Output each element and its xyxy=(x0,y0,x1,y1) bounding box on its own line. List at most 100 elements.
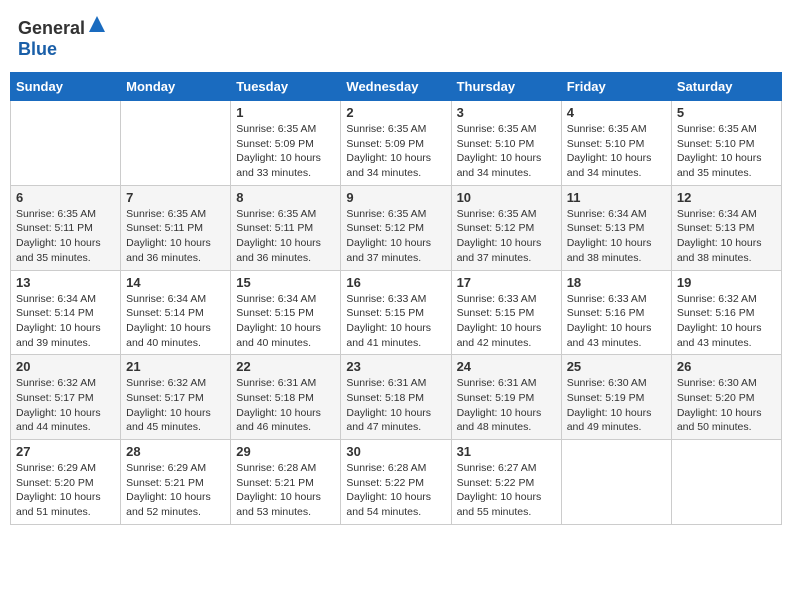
day-number: 11 xyxy=(567,190,666,205)
calendar-cell: 22 Sunrise: 6:31 AM Sunset: 5:18 PM Dayli… xyxy=(231,355,341,440)
day-info: Sunrise: 6:35 AM Sunset: 5:10 PM Dayligh… xyxy=(457,122,556,181)
day-number: 5 xyxy=(677,105,776,120)
calendar-cell: 2 Sunrise: 6:35 AM Sunset: 5:09 PM Daylig… xyxy=(341,101,451,186)
day-number: 21 xyxy=(126,359,225,374)
day-info: Sunrise: 6:28 AM Sunset: 5:21 PM Dayligh… xyxy=(236,461,335,520)
day-number: 3 xyxy=(457,105,556,120)
day-number: 30 xyxy=(346,444,445,459)
calendar-cell: 16 Sunrise: 6:33 AM Sunset: 5:15 PM Dayli… xyxy=(341,270,451,355)
calendar-cell xyxy=(671,440,781,525)
day-number: 29 xyxy=(236,444,335,459)
day-number: 28 xyxy=(126,444,225,459)
day-info: Sunrise: 6:33 AM Sunset: 5:15 PM Dayligh… xyxy=(457,292,556,351)
calendar-cell: 6Sunrise: 6:35 AM Sunset: 5:11 PM Daylig… xyxy=(11,185,121,270)
calendar-cell: 26 Sunrise: 6:30 AM Sunset: 5:20 PM Dayli… xyxy=(671,355,781,440)
calendar-cell xyxy=(121,101,231,186)
day-number: 2 xyxy=(346,105,445,120)
calendar-cell: 4 Sunrise: 6:35 AM Sunset: 5:10 PM Daylig… xyxy=(561,101,671,186)
day-number: 25 xyxy=(567,359,666,374)
day-info: Sunrise: 6:28 AM Sunset: 5:22 PM Dayligh… xyxy=(346,461,445,520)
calendar-table: SundayMondayTuesdayWednesdayThursdayFrid… xyxy=(10,72,782,525)
day-info: Sunrise: 6:32 AM Sunset: 5:17 PM Dayligh… xyxy=(126,376,225,435)
day-info: Sunrise: 6:31 AM Sunset: 5:18 PM Dayligh… xyxy=(346,376,445,435)
calendar-cell: 18 Sunrise: 6:33 AM Sunset: 5:16 PM Dayli… xyxy=(561,270,671,355)
calendar-header-row: SundayMondayTuesdayWednesdayThursdayFrid… xyxy=(11,73,782,101)
day-info: Sunrise: 6:30 AM Sunset: 5:20 PM Dayligh… xyxy=(677,376,776,435)
day-info: Sunrise: 6:29 AM Sunset: 5:20 PM Dayligh… xyxy=(16,461,115,520)
day-info: Sunrise: 6:34 AM Sunset: 5:14 PM Dayligh… xyxy=(126,292,225,351)
day-number: 13 xyxy=(16,275,115,290)
day-number: 4 xyxy=(567,105,666,120)
day-number: 22 xyxy=(236,359,335,374)
day-info: Sunrise: 6:35 AM Sunset: 5:12 PM Dayligh… xyxy=(457,207,556,266)
calendar-cell: 21 Sunrise: 6:32 AM Sunset: 5:17 PM Dayli… xyxy=(121,355,231,440)
calendar-cell: 15Sunrise: 6:34 AM Sunset: 5:15 PM Dayli… xyxy=(231,270,341,355)
day-of-week-header: Friday xyxy=(561,73,671,101)
day-number: 15 xyxy=(236,275,335,290)
day-number: 27 xyxy=(16,444,115,459)
day-number: 7 xyxy=(126,190,225,205)
day-info: Sunrise: 6:35 AM Sunset: 5:09 PM Dayligh… xyxy=(236,122,335,181)
day-info: Sunrise: 6:30 AM Sunset: 5:19 PM Dayligh… xyxy=(567,376,666,435)
day-info: Sunrise: 6:27 AM Sunset: 5:22 PM Dayligh… xyxy=(457,461,556,520)
day-number: 31 xyxy=(457,444,556,459)
day-of-week-header: Monday xyxy=(121,73,231,101)
calendar-cell xyxy=(11,101,121,186)
day-of-week-header: Thursday xyxy=(451,73,561,101)
day-number: 1 xyxy=(236,105,335,120)
calendar-cell: 3 Sunrise: 6:35 AM Sunset: 5:10 PM Daylig… xyxy=(451,101,561,186)
calendar-cell: 17Sunrise: 6:33 AM Sunset: 5:15 PM Dayli… xyxy=(451,270,561,355)
day-number: 14 xyxy=(126,275,225,290)
logo: General Blue xyxy=(18,14,105,60)
day-info: Sunrise: 6:32 AM Sunset: 5:17 PM Dayligh… xyxy=(16,376,115,435)
day-info: Sunrise: 6:32 AM Sunset: 5:16 PM Dayligh… xyxy=(677,292,776,351)
day-of-week-header: Wednesday xyxy=(341,73,451,101)
calendar-week-row: 1 Sunrise: 6:35 AM Sunset: 5:09 PM Daylig… xyxy=(11,101,782,186)
day-info: Sunrise: 6:31 AM Sunset: 5:19 PM Dayligh… xyxy=(457,376,556,435)
calendar-cell: 20Sunrise: 6:32 AM Sunset: 5:17 PM Dayli… xyxy=(11,355,121,440)
calendar-cell: 9 Sunrise: 6:35 AM Sunset: 5:12 PM Daylig… xyxy=(341,185,451,270)
calendar-cell: 11Sunrise: 6:34 AM Sunset: 5:13 PM Dayli… xyxy=(561,185,671,270)
day-number: 19 xyxy=(677,275,776,290)
calendar-week-row: 20Sunrise: 6:32 AM Sunset: 5:17 PM Dayli… xyxy=(11,355,782,440)
day-number: 12 xyxy=(677,190,776,205)
calendar-cell: 23 Sunrise: 6:31 AM Sunset: 5:18 PM Dayli… xyxy=(341,355,451,440)
day-number: 18 xyxy=(567,275,666,290)
calendar-cell: 8Sunrise: 6:35 AM Sunset: 5:11 PM Daylig… xyxy=(231,185,341,270)
day-number: 16 xyxy=(346,275,445,290)
day-info: Sunrise: 6:35 AM Sunset: 5:09 PM Dayligh… xyxy=(346,122,445,181)
calendar-cell: 14 Sunrise: 6:34 AM Sunset: 5:14 PM Dayli… xyxy=(121,270,231,355)
day-info: Sunrise: 6:34 AM Sunset: 5:13 PM Dayligh… xyxy=(677,207,776,266)
day-info: Sunrise: 6:35 AM Sunset: 5:10 PM Dayligh… xyxy=(677,122,776,181)
calendar-cell: 13 Sunrise: 6:34 AM Sunset: 5:14 PM Dayli… xyxy=(11,270,121,355)
calendar-week-row: 13 Sunrise: 6:34 AM Sunset: 5:14 PM Dayli… xyxy=(11,270,782,355)
day-of-week-header: Sunday xyxy=(11,73,121,101)
calendar-cell xyxy=(561,440,671,525)
logo-blue: Blue xyxy=(18,39,57,59)
calendar-week-row: 27 Sunrise: 6:29 AM Sunset: 5:20 PM Dayli… xyxy=(11,440,782,525)
calendar-cell: 29 Sunrise: 6:28 AM Sunset: 5:21 PM Dayli… xyxy=(231,440,341,525)
calendar-cell: 25 Sunrise: 6:30 AM Sunset: 5:19 PM Dayli… xyxy=(561,355,671,440)
day-info: Sunrise: 6:33 AM Sunset: 5:16 PM Dayligh… xyxy=(567,292,666,351)
calendar-cell: 5 Sunrise: 6:35 AM Sunset: 5:10 PM Daylig… xyxy=(671,101,781,186)
logo-icon xyxy=(87,14,107,34)
day-info: Sunrise: 6:31 AM Sunset: 5:18 PM Dayligh… xyxy=(236,376,335,435)
calendar-cell: 27 Sunrise: 6:29 AM Sunset: 5:20 PM Dayli… xyxy=(11,440,121,525)
calendar-cell: 31 Sunrise: 6:27 AM Sunset: 5:22 PM Dayli… xyxy=(451,440,561,525)
day-number: 24 xyxy=(457,359,556,374)
day-info: Sunrise: 6:35 AM Sunset: 5:12 PM Dayligh… xyxy=(346,207,445,266)
day-info: Sunrise: 6:35 AM Sunset: 5:11 PM Dayligh… xyxy=(126,207,225,266)
calendar-cell: 28 Sunrise: 6:29 AM Sunset: 5:21 PM Dayli… xyxy=(121,440,231,525)
day-info: Sunrise: 6:35 AM Sunset: 5:10 PM Dayligh… xyxy=(567,122,666,181)
day-info: Sunrise: 6:33 AM Sunset: 5:15 PM Dayligh… xyxy=(346,292,445,351)
calendar-cell: 30 Sunrise: 6:28 AM Sunset: 5:22 PM Dayli… xyxy=(341,440,451,525)
calendar-cell: 1 Sunrise: 6:35 AM Sunset: 5:09 PM Daylig… xyxy=(231,101,341,186)
day-info: Sunrise: 6:29 AM Sunset: 5:21 PM Dayligh… xyxy=(126,461,225,520)
day-number: 23 xyxy=(346,359,445,374)
day-info: Sunrise: 6:34 AM Sunset: 5:14 PM Dayligh… xyxy=(16,292,115,351)
page-header: General Blue xyxy=(10,10,782,64)
day-number: 9 xyxy=(346,190,445,205)
calendar-cell: 10Sunrise: 6:35 AM Sunset: 5:12 PM Dayli… xyxy=(451,185,561,270)
day-number: 26 xyxy=(677,359,776,374)
day-number: 8 xyxy=(236,190,335,205)
